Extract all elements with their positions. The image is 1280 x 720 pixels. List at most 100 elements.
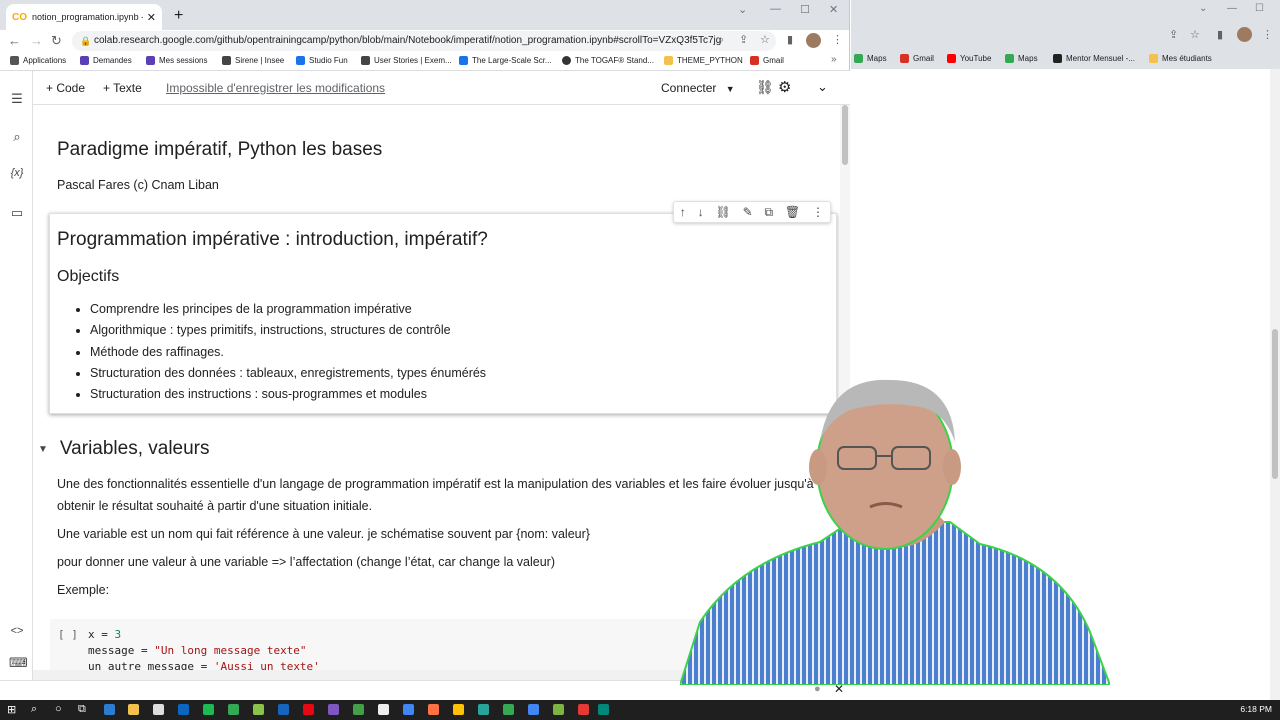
bookmark-item[interactable]: Mes sessions bbox=[146, 56, 207, 65]
save-status-link[interactable]: Impossible d'enregistrer les modificatio… bbox=[166, 81, 385, 95]
bookmark-item[interactable]: Sirene | Insee bbox=[222, 56, 284, 65]
side-panel-icon[interactable]: ▮ bbox=[787, 34, 793, 46]
app-icon[interactable] bbox=[328, 704, 339, 715]
bookmark-item[interactable]: Studio Fun bbox=[296, 56, 348, 65]
terminal-icon[interactable]: ⌨ bbox=[9, 655, 28, 671]
link-icon[interactable]: ⛓ bbox=[716, 205, 731, 219]
share-icon[interactable]: ⇪ bbox=[739, 34, 748, 46]
list-item: Méthode des raffinages. bbox=[90, 344, 486, 365]
bookmark-item[interactable]: Maps bbox=[1005, 54, 1038, 63]
maximize-icon[interactable]: ☐ bbox=[800, 3, 810, 16]
close-window-icon[interactable]: ✕ bbox=[829, 3, 838, 16]
app-icon[interactable] bbox=[378, 704, 389, 715]
right-bookmarks-bar: Maps Gmail YouTube Maps Mentor Mensuel -… bbox=[851, 50, 1280, 69]
maximize-icon[interactable]: ☐ bbox=[1255, 3, 1264, 14]
file-explorer-icon[interactable] bbox=[128, 704, 139, 715]
more-bookmarks-icon[interactable]: » bbox=[831, 54, 837, 65]
move-up-icon[interactable]: ↑ bbox=[680, 205, 686, 219]
app-icon[interactable] bbox=[178, 704, 189, 715]
back-icon[interactable]: ← bbox=[8, 33, 21, 49]
run-cell-button[interactable]: [ ] bbox=[58, 628, 78, 641]
new-tab-icon[interactable]: + bbox=[174, 8, 183, 24]
section-variables[interactable]: ▼ Variables, valeurs bbox=[38, 438, 210, 460]
side-panel-icon[interactable]: ▮ bbox=[1217, 28, 1223, 41]
bookmark-item[interactable]: Maps bbox=[854, 54, 887, 63]
connect-label: Connecter bbox=[661, 81, 717, 95]
app-icon[interactable] bbox=[403, 704, 414, 715]
reload-icon[interactable]: ↻ bbox=[51, 33, 62, 49]
close-tab-icon[interactable]: ✕ bbox=[147, 11, 156, 24]
collapse-caret-icon[interactable]: ▼ bbox=[38, 444, 48, 455]
address-bar[interactable]: 🔒 colab.research.google.com/github/opent… bbox=[72, 31, 776, 51]
bookmark-item[interactable]: THEME_PYTHON bbox=[664, 56, 743, 65]
forward-icon[interactable]: → bbox=[30, 33, 43, 49]
minimize-icon[interactable]: — bbox=[1227, 3, 1237, 14]
app-icon[interactable] bbox=[578, 704, 589, 715]
bookmark-item[interactable]: Mentor Mensuel -... bbox=[1053, 54, 1135, 63]
scrollbar-thumb[interactable] bbox=[842, 105, 848, 165]
bookmark-item[interactable]: Applications bbox=[10, 56, 66, 65]
bookmark-item[interactable]: User Stories | Exem... bbox=[361, 56, 452, 65]
edit-pencil-icon[interactable]: ✎ bbox=[743, 205, 753, 219]
app-icon[interactable] bbox=[253, 704, 264, 715]
app-icon[interactable] bbox=[553, 704, 564, 715]
scrollbar-thumb[interactable] bbox=[1272, 329, 1278, 479]
app-icon[interactable] bbox=[203, 704, 214, 715]
variables-icon[interactable]: {x} bbox=[9, 167, 25, 179]
share-icon[interactable]: ⇪ bbox=[1169, 28, 1178, 41]
app-icon[interactable] bbox=[153, 704, 164, 715]
bookmark-item[interactable]: Mes étudiants bbox=[1149, 54, 1212, 63]
zoom-icon[interactable]: ⌕ bbox=[718, 34, 724, 46]
profile-avatar[interactable] bbox=[1237, 27, 1252, 42]
bookmark-item[interactable]: The Large-Scale Scr... bbox=[459, 56, 552, 65]
app-icon[interactable] bbox=[303, 704, 314, 715]
menu-kebab-icon[interactable]: ⋮ bbox=[1262, 28, 1273, 41]
tab-search-icon[interactable]: ⌄ bbox=[738, 3, 747, 16]
files-folder-icon[interactable]: ▭ bbox=[9, 205, 25, 221]
add-text-button[interactable]: + Texte bbox=[103, 81, 142, 95]
chrome-icon[interactable] bbox=[528, 704, 539, 715]
app-icon[interactable] bbox=[104, 704, 115, 715]
colab-toolbar: + Code + Texte Impossible d'enregistrer … bbox=[33, 71, 850, 105]
app-icon[interactable] bbox=[228, 704, 239, 715]
bookmark-item[interactable]: Gmail bbox=[750, 56, 784, 65]
table-of-contents-icon[interactable]: ☰ bbox=[9, 91, 25, 107]
cortana-icon[interactable]: ○ bbox=[55, 703, 62, 715]
settings-gear-icon[interactable]: ⚙ bbox=[778, 78, 791, 96]
windows-start-icon[interactable]: ⊞ bbox=[7, 703, 16, 716]
app-icon[interactable] bbox=[478, 704, 489, 715]
app-icon[interactable] bbox=[353, 704, 364, 715]
tab-search-icon[interactable]: ⌄ bbox=[1199, 3, 1207, 14]
app-icon[interactable] bbox=[428, 704, 439, 715]
app-icon[interactable] bbox=[453, 704, 464, 715]
app-icon[interactable] bbox=[278, 704, 289, 715]
mirror-cell-icon[interactable]: ⧉ bbox=[765, 205, 774, 220]
search-icon[interactable]: ⌕ bbox=[31, 703, 37, 716]
bookmark-star-icon[interactable]: ☆ bbox=[1190, 28, 1200, 41]
task-view-icon[interactable]: ⧉ bbox=[78, 703, 86, 716]
connect-button[interactable]: Connecter ▼ bbox=[661, 81, 735, 95]
move-down-icon[interactable]: ↓ bbox=[698, 205, 704, 219]
search-icon[interactable]: ⌕ bbox=[9, 129, 25, 145]
more-options-icon[interactable]: ⋮ bbox=[812, 205, 824, 219]
app-icon[interactable] bbox=[598, 704, 609, 715]
collapse-chevron-icon[interactable]: ⌄ bbox=[817, 79, 828, 95]
right-scrollbar[interactable] bbox=[1270, 69, 1280, 700]
app-icon[interactable] bbox=[503, 704, 514, 715]
notebook-title: Paradigme impératif, Python les bases bbox=[57, 139, 383, 160]
profile-avatar[interactable] bbox=[806, 33, 821, 48]
bookmark-star-icon[interactable]: ☆ bbox=[760, 34, 770, 46]
minimize-icon[interactable]: — bbox=[770, 3, 781, 15]
delete-trash-icon[interactable]: 🗑 bbox=[785, 205, 800, 219]
link-icon[interactable]: ⛓ bbox=[756, 79, 774, 96]
bookmark-item[interactable]: YouTube bbox=[947, 54, 991, 63]
browser-tab[interactable]: CO notion_programation.ipynb - Co ✕ bbox=[6, 4, 162, 30]
bookmark-item[interactable]: The TOGAF® Stand... bbox=[562, 56, 654, 65]
bookmark-item[interactable]: Gmail bbox=[900, 54, 934, 63]
menu-kebab-icon[interactable]: ⋮ bbox=[832, 34, 843, 46]
author-line: Pascal Fares (c) Cnam Liban bbox=[57, 178, 219, 192]
bookmark-item[interactable]: Demandes bbox=[80, 56, 132, 65]
add-code-button[interactable]: + Code bbox=[46, 81, 85, 95]
taskbar-clock: 6:18 PM bbox=[1240, 704, 1272, 714]
code-snippets-icon[interactable]: <> bbox=[9, 625, 25, 637]
